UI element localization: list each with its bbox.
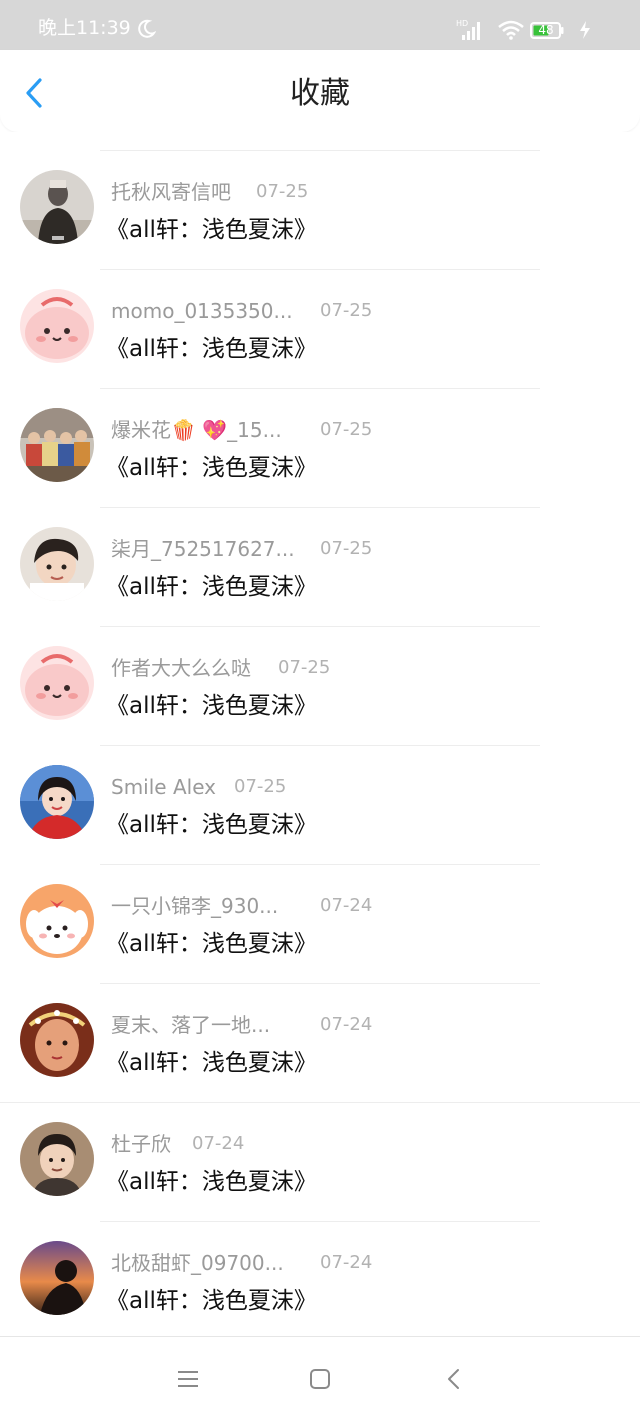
charging-icon (578, 20, 592, 44)
list-item[interactable]: 杜子欣 07-24 《all轩：浅色夏沫》 (0, 1102, 640, 1221)
wifi-icon (498, 20, 524, 44)
row-date: 07-25 (320, 538, 373, 559)
divider (0, 1102, 640, 1103)
back-triangle-icon (448, 1369, 459, 1389)
signal-tag: HD (456, 19, 468, 28)
avatar[interactable] (20, 1122, 94, 1196)
row-title[interactable]: 《all轩：浅色夏沫》 (106, 1167, 317, 1197)
status-bar: 晚上11:39 HD 48 (0, 0, 640, 50)
avatar[interactable] (20, 646, 94, 720)
avatar[interactable] (20, 765, 94, 839)
list-item[interactable]: momo_0135350... 07-25 《all轩：浅色夏沫》 (0, 269, 640, 388)
list-item[interactable]: Smile Alex 07-25 《all轩：浅色夏沫》 (0, 745, 640, 864)
row-title[interactable]: 《all轩：浅色夏沫》 (106, 453, 317, 483)
avatar[interactable] (20, 408, 94, 482)
row-title[interactable]: 《all轩：浅色夏沫》 (106, 1048, 317, 1078)
list-item[interactable]: 北极甜虾_09700... 07-24 《all轩：浅色夏沫》 (0, 1221, 640, 1340)
system-back-button[interactable] (442, 1367, 466, 1391)
home-button[interactable] (308, 1367, 332, 1391)
battery-level: 48 (538, 23, 554, 37)
divider (100, 269, 540, 270)
divider (100, 864, 540, 865)
row-date: 07-24 (320, 1014, 373, 1035)
list-item[interactable]: 柒月_752517627... 07-25 《all轩：浅色夏沫》 (0, 507, 640, 626)
divider (100, 150, 540, 151)
row-title[interactable]: 《all轩：浅色夏沫》 (106, 691, 317, 721)
row-date: 07-25 (256, 181, 309, 202)
avatar[interactable] (20, 1241, 94, 1315)
row-title[interactable]: 《all轩：浅色夏沫》 (106, 215, 317, 245)
row-title[interactable]: 《all轩：浅色夏沫》 (106, 810, 317, 840)
row-name: 北极甜虾_09700... (111, 1251, 284, 1275)
avatar[interactable] (20, 527, 94, 601)
row-date: 07-25 (278, 657, 331, 678)
divider (100, 626, 540, 627)
list-item[interactable]: 作者大大么么哒 07-25 《all轩：浅色夏沫》 (0, 626, 640, 745)
avatar[interactable] (20, 884, 94, 958)
row-title[interactable]: 《all轩：浅色夏沫》 (106, 334, 317, 364)
home-square-icon (310, 1369, 330, 1389)
menu-icon (178, 1371, 198, 1387)
list-item[interactable]: 托秋风寄信吧 07-25 《all轩：浅色夏沫》 (0, 150, 640, 269)
row-date: 07-25 (234, 776, 287, 797)
divider (100, 507, 540, 508)
favorites-list: 托秋风寄信吧 07-25 《all轩：浅色夏沫》 momo_0135350...… (0, 132, 640, 1336)
row-name: 作者大大么么哒 (111, 656, 251, 680)
avatar[interactable] (20, 289, 94, 363)
list-item[interactable]: 爆米花🍿 💖_15... 07-25 《all轩：浅色夏沫》 (0, 388, 640, 507)
row-title[interactable]: 《all轩：浅色夏沫》 (106, 929, 317, 959)
avatar[interactable] (20, 170, 94, 244)
page-title: 收藏 (290, 76, 350, 111)
row-name: 爆米花🍿 💖_15... (111, 418, 282, 442)
divider (100, 388, 540, 389)
status-time: 晚上11:39 (38, 17, 131, 39)
row-title[interactable]: 《all轩：浅色夏沫》 (106, 572, 317, 602)
row-name: 夏末、落了一地... (111, 1013, 271, 1037)
battery-icon: 48 (530, 22, 564, 39)
divider (100, 745, 540, 746)
row-name: 一只小锦李_930... (111, 894, 279, 918)
divider (100, 983, 540, 984)
row-date: 07-24 (320, 895, 373, 916)
header-bar: 收藏 (0, 50, 640, 132)
menu-button[interactable] (176, 1367, 200, 1391)
row-date: 07-25 (320, 300, 373, 321)
row-name: 柒月_752517627... (111, 537, 295, 561)
list-item[interactable]: 夏末、落了一地... 07-24 《all轩：浅色夏沫》 (0, 983, 640, 1102)
divider (100, 1221, 540, 1222)
row-date: 07-24 (320, 1252, 373, 1273)
row-title[interactable]: 《all轩：浅色夏沫》 (106, 1286, 317, 1316)
avatar[interactable] (20, 1003, 94, 1077)
row-date: 07-25 (320, 419, 373, 440)
signal-icon: HD (456, 18, 484, 46)
system-nav-bar (0, 1336, 640, 1423)
moon-icon (136, 19, 157, 43)
list-item[interactable]: 一只小锦李_930... 07-24 《all轩：浅色夏沫》 (0, 864, 640, 983)
row-date: 07-24 (192, 1133, 245, 1154)
row-name: momo_0135350... (111, 299, 293, 323)
